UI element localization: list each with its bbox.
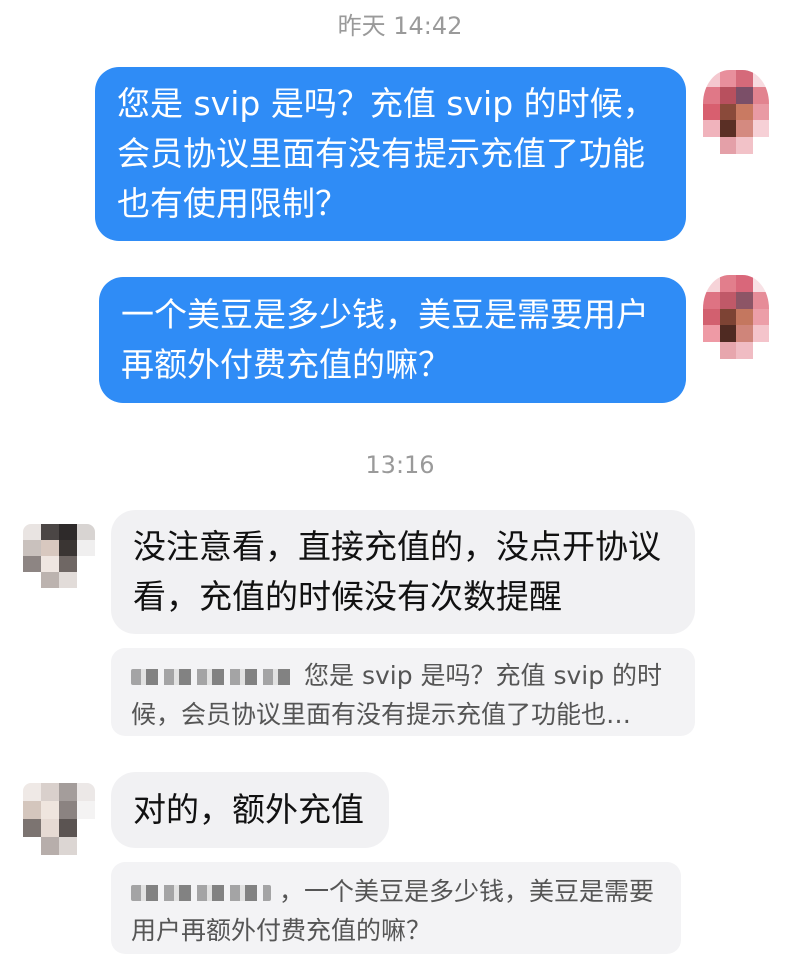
outgoing-message-bubble[interactable]: 一个美豆是多少钱，美豆是需要用户再额外付费充值的嘛？ xyxy=(99,277,686,403)
outgoing-message-text: 一个美豆是多少钱，美豆是需要用户再额外付费充值的嘛？ xyxy=(121,295,649,384)
incoming-message-text: 对的，额外充值 xyxy=(133,790,364,829)
self-avatar-icon[interactable] xyxy=(703,275,769,359)
redacted-sender-name xyxy=(131,669,296,685)
self-avatar-icon[interactable] xyxy=(703,70,769,154)
quoted-reply[interactable]: ，一个美豆是多少钱，美豆是需要用户再额外付费充值的嘛？ xyxy=(111,862,681,954)
outgoing-message-text: 您是 svip 是吗？充值 svip 的时候，会员协议里面有没有提示充值了功能也… xyxy=(117,84,656,223)
incoming-message-bubble[interactable]: 对的，额外充值 xyxy=(111,772,389,848)
contact-avatar-icon[interactable] xyxy=(23,524,95,588)
incoming-message-text: 没注意看，直接充值的，没点开协议看，充值的时候没有次数提醒 xyxy=(133,527,661,616)
timestamp-today: 13:16 xyxy=(365,451,435,479)
outgoing-message-bubble[interactable]: 您是 svip 是吗？充值 svip 的时候，会员协议里面有没有提示充值了功能也… xyxy=(95,67,686,241)
contact-avatar-icon[interactable] xyxy=(23,783,95,855)
quoted-reply[interactable]: 您是 svip 是吗？充值 svip 的时候，会员协议里面有没有提示充值了功能也… xyxy=(111,648,695,736)
timestamp-yesterday: 昨天 14:42 xyxy=(337,12,463,40)
redacted-sender-name xyxy=(131,885,271,901)
incoming-message-bubble[interactable]: 没注意看，直接充值的，没点开协议看，充值的时候没有次数提醒 xyxy=(111,510,695,634)
